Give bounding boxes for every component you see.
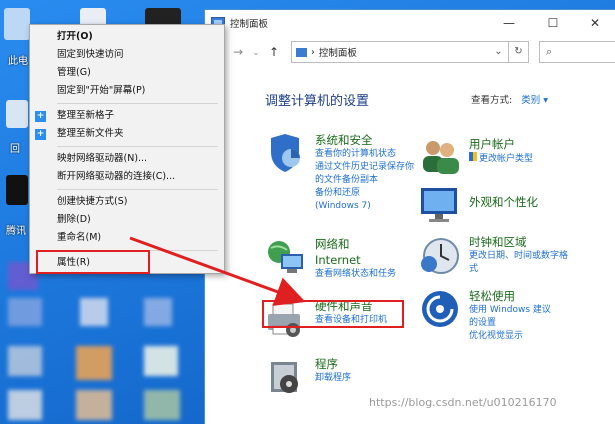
annotation-arrow	[129, 236, 306, 306]
